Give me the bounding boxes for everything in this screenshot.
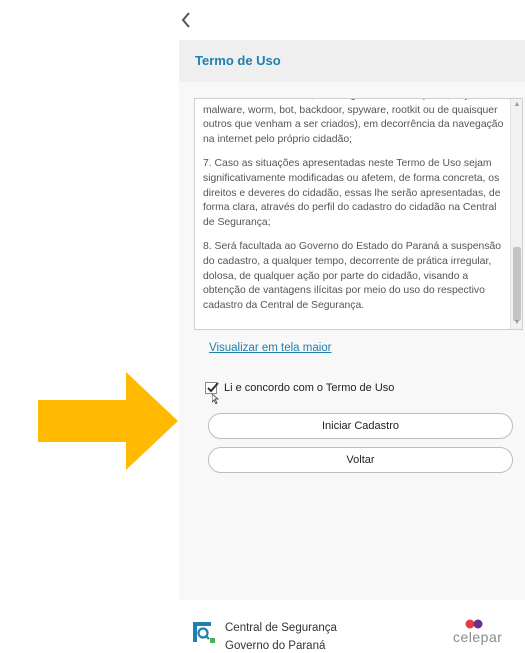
scroll-up-icon[interactable]: ▲ xyxy=(513,101,521,109)
terms-text-box[interactable]: cidadão ou de terceiros, de códigos mali… xyxy=(194,98,523,330)
arrow-right-icon xyxy=(38,372,178,475)
mouse-cursor-icon xyxy=(211,391,220,405)
celepar-dots-icon xyxy=(465,619,483,629)
terms-paragraph: cidadão ou de terceiros, de códigos mali… xyxy=(203,99,504,145)
central-seguranca-logo xyxy=(193,620,215,644)
terms-paragraph: 8. Será facultada ao Governo do Estado d… xyxy=(203,241,502,311)
terms-paragraph: 7. Caso as situações apresentadas neste … xyxy=(203,158,501,228)
brand-name: Central de Segurança xyxy=(225,622,337,634)
chevron-left-icon[interactable] xyxy=(178,9,196,31)
back-button[interactable]: Voltar xyxy=(208,447,513,473)
page-title: Termo de Uso xyxy=(195,53,281,68)
agree-row[interactable]: Li e concordo com o Termo de Uso xyxy=(205,382,394,394)
brand-subtitle: Governo do Paraná xyxy=(225,640,326,652)
scroll-down-icon[interactable]: ▼ xyxy=(513,319,521,327)
footer: Central de Segurança Governo do Paraná c… xyxy=(0,600,525,653)
celepar-text: celepar xyxy=(453,629,503,645)
scroll-thumb[interactable] xyxy=(513,247,521,321)
view-larger-link[interactable]: Visualizar em tela maior xyxy=(209,342,332,354)
celepar-logo: celepar xyxy=(453,619,513,647)
start-registration-button[interactable]: Iniciar Cadastro xyxy=(208,413,513,439)
terms-content: cidadão ou de terceiros, de códigos mali… xyxy=(203,99,505,323)
terms-panel: Termo de Uso cidadão ou de terceiros, de… xyxy=(179,40,525,600)
agree-label[interactable]: Li e concordo com o Termo de Uso xyxy=(224,382,394,394)
terms-scrollbar[interactable]: ▲ ▼ xyxy=(510,99,522,329)
panel-header: Termo de Uso xyxy=(179,40,525,82)
